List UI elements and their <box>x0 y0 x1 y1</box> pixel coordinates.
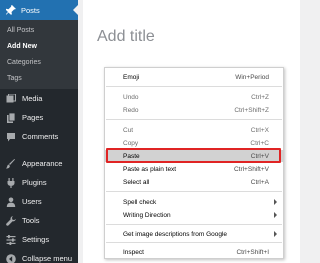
submenu-arrow-icon <box>274 199 277 205</box>
sidebar-item-posts[interactable]: Posts <box>0 0 78 20</box>
menu-item-inspect[interactable]: Inspect Ctrl+Shift+I <box>105 246 283 258</box>
users-icon <box>5 196 16 207</box>
menu-item-select-all[interactable]: Select all Ctrl+A <box>105 176 283 188</box>
menu-separator <box>106 242 282 243</box>
plugins-icon <box>5 177 16 188</box>
menu-item-paste-plain-text[interactable]: Paste as plain text Ctrl+Shift+V <box>105 163 283 175</box>
menu-item-paste[interactable]: Paste Ctrl+V <box>105 150 283 162</box>
sidebar-item-media[interactable]: Media <box>0 89 78 108</box>
menu-item-label: Cut <box>123 126 134 134</box>
sidebar-item-label: Settings <box>22 235 50 244</box>
menu-separator <box>106 224 282 225</box>
collapse-icon <box>5 253 16 263</box>
sidebar-item-label: Media <box>22 94 43 103</box>
menu-item-label: Emoji <box>123 73 140 81</box>
menu-item-label: Writing Direction <box>123 211 171 219</box>
menu-item-shortcut: Ctrl+Z <box>251 93 269 101</box>
context-menu: Emoji Win+Period Undo Ctrl+Z Redo Ctrl+S… <box>104 67 284 259</box>
menu-item-shortcut: Ctrl+Shift+I <box>236 248 269 256</box>
menu-separator <box>106 119 282 120</box>
media-icon <box>5 93 16 104</box>
comments-icon <box>5 131 16 142</box>
menu-separator <box>106 86 282 87</box>
menu-item-shortcut: Ctrl+V <box>250 152 269 160</box>
pages-icon <box>5 112 16 123</box>
submenu-arrow-icon <box>274 231 277 237</box>
posts-submenu: All Posts Add New Categories Tags <box>0 20 78 89</box>
menu-item-emoji[interactable]: Emoji Win+Period <box>105 71 283 83</box>
sidebar-item-tools[interactable]: Tools <box>0 211 78 230</box>
menu-item-redo[interactable]: Redo Ctrl+Shift+Z <box>105 104 283 116</box>
menu-item-shortcut: Win+Period <box>235 73 269 81</box>
menu-item-label: Paste <box>123 152 140 160</box>
menu-item-shortcut: Ctrl+A <box>250 178 269 186</box>
menu-item-image-descriptions[interactable]: Get image descriptions from Google <box>105 228 283 240</box>
tools-icon <box>5 215 16 226</box>
menu-item-label: Paste as plain text <box>123 165 177 173</box>
admin-sidebar: Posts All Posts Add New Categories Tags … <box>0 0 78 263</box>
menu-item-label: Copy <box>123 139 139 147</box>
sidebar-item-label: Pages <box>22 113 44 122</box>
menu-item-shortcut: Ctrl+X <box>250 126 269 134</box>
menu-item-cut[interactable]: Cut Ctrl+X <box>105 124 283 136</box>
submenu-add-new[interactable]: Add New <box>0 39 78 55</box>
sidebar-item-users[interactable]: Users <box>0 192 78 211</box>
menu-item-label: Redo <box>123 106 139 114</box>
menu-item-shortcut: Ctrl+Shift+V <box>233 165 269 173</box>
pushpin-icon <box>5 5 16 16</box>
settings-icon <box>5 234 16 245</box>
collapse-menu-button[interactable]: Collapse menu <box>0 249 78 263</box>
menu-item-shortcut: Ctrl+C <box>250 139 269 147</box>
menu-item-label: Spell check <box>123 198 157 206</box>
menu-item-undo[interactable]: Undo Ctrl+Z <box>105 91 283 103</box>
sidebar-item-settings[interactable]: Settings <box>0 230 78 249</box>
menu-separator <box>106 191 282 192</box>
submenu-categories[interactable]: Categories <box>0 55 78 71</box>
menu-item-copy[interactable]: Copy Ctrl+C <box>105 137 283 149</box>
sidebar-item-comments[interactable]: Comments <box>0 127 78 146</box>
sidebar-item-label: Users <box>22 197 42 206</box>
sidebar-item-label: Appearance <box>22 159 63 168</box>
menu-separator <box>0 146 78 154</box>
menu-item-label: Inspect <box>123 248 144 256</box>
submenu-arrow-icon <box>274 212 277 218</box>
sidebar-item-pages[interactable]: Pages <box>0 108 78 127</box>
sidebar-item-label: Plugins <box>22 178 47 187</box>
menu-item-shortcut: Ctrl+Shift+Z <box>234 106 269 114</box>
sidebar-item-label: Comments <box>22 132 59 141</box>
sidebar-item-label: Tools <box>22 216 40 225</box>
appearance-icon <box>5 158 16 169</box>
submenu-tags[interactable]: Tags <box>0 71 78 87</box>
sidebar-item-label: Posts <box>21 5 40 15</box>
menu-item-spell-check[interactable]: Spell check <box>105 196 283 208</box>
menu-item-label: Undo <box>123 93 139 101</box>
sidebar-item-label: Collapse menu <box>22 254 73 263</box>
menu-item-writing-direction[interactable]: Writing Direction <box>105 209 283 221</box>
menu-item-label: Select all <box>123 178 150 186</box>
submenu-all-posts[interactable]: All Posts <box>0 23 78 39</box>
menu-item-label: Get image descriptions from Google <box>123 230 228 238</box>
sidebar-item-plugins[interactable]: Plugins <box>0 173 78 192</box>
post-title-input[interactable]: Add title <box>97 28 155 46</box>
sidebar-item-appearance[interactable]: Appearance <box>0 154 78 173</box>
